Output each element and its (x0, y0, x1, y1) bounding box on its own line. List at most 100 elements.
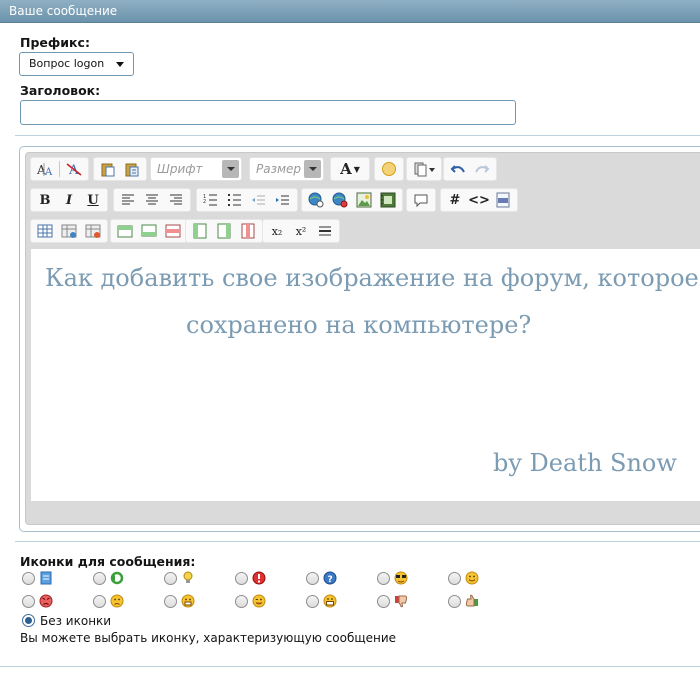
insert-video-icon[interactable] (377, 190, 399, 210)
divider (0, 666, 700, 667)
unordered-list-icon[interactable] (224, 190, 246, 210)
outdent-icon[interactable] (248, 190, 270, 210)
prefix-select[interactable]: Вопрос logon (19, 52, 134, 76)
insert-column-before-icon[interactable] (189, 221, 211, 241)
icon-option-thumbs-down[interactable] (377, 594, 408, 608)
insert-row-before-icon[interactable] (114, 221, 136, 241)
icon-option-question[interactable]: ? (306, 571, 337, 585)
redo-icon[interactable] (471, 159, 493, 179)
insert-image-icon[interactable] (353, 190, 375, 210)
radio-button[interactable] (22, 571, 35, 585)
thumbs-up-icon (465, 594, 479, 608)
angry-smiley-icon (39, 594, 53, 608)
radio-button[interactable] (377, 594, 390, 608)
icon-option-thumbs-up[interactable] (448, 594, 479, 608)
toolbar-group-text-style: B I U (30, 188, 108, 212)
radio-button[interactable] (235, 571, 248, 585)
radio-button[interactable] (377, 571, 390, 585)
radio-button[interactable] (22, 594, 35, 608)
italic-button[interactable]: I (58, 190, 80, 210)
insert-row-after-icon[interactable] (138, 221, 160, 241)
radio-button[interactable] (93, 594, 106, 608)
editor-signature: by Death Snow (493, 449, 677, 477)
icon-option-angry[interactable] (22, 594, 53, 608)
clear-format-icon[interactable]: A (63, 159, 85, 179)
svg-text:2: 2 (203, 199, 206, 205)
radio-button-none[interactable] (22, 614, 35, 627)
divider (15, 541, 700, 542)
superscript-glyph: x² (295, 224, 307, 238)
radio-button[interactable] (448, 594, 461, 608)
hash-button[interactable]: # (444, 190, 466, 210)
ordered-list-icon[interactable]: 12 (200, 190, 222, 210)
remove-link-icon[interactable] (329, 190, 351, 210)
font-color-glyph: A (340, 160, 352, 178)
toolbar-group-formatting: AA A (30, 157, 89, 181)
sad-smiley-icon (110, 594, 124, 608)
icon-option-recycle[interactable] (93, 571, 124, 585)
font-color-button[interactable]: A ▼ (334, 159, 366, 179)
icon-option-smile[interactable] (448, 571, 479, 585)
table-properties-icon[interactable] (58, 221, 80, 241)
align-center-icon[interactable] (141, 190, 163, 210)
radio-button[interactable] (306, 594, 319, 608)
icon-option-cool[interactable] (377, 571, 408, 585)
delete-column-icon[interactable] (237, 221, 259, 241)
align-left-icon[interactable] (117, 190, 139, 210)
surprised-smiley-icon (181, 594, 195, 608)
delete-table-icon[interactable] (82, 221, 104, 241)
bold-button[interactable]: B (34, 190, 56, 210)
radio-button[interactable] (306, 571, 319, 585)
icon-option-exclamation[interactable] (235, 571, 266, 585)
underline-button[interactable]: U (82, 190, 104, 210)
chevron-down-icon (304, 160, 321, 178)
insert-table-icon[interactable] (34, 221, 56, 241)
insert-link-icon[interactable] (305, 190, 327, 210)
thumbs-down-icon (394, 594, 408, 608)
font-size-placeholder: Размер (256, 162, 302, 176)
icon-option-sad[interactable] (93, 594, 124, 608)
attach-icon[interactable] (410, 159, 438, 179)
radio-button[interactable] (164, 571, 177, 585)
icon-option-lightbulb[interactable] (164, 571, 195, 585)
no-icon-label: Без иконки (40, 614, 112, 628)
chevron-down-icon (222, 160, 239, 178)
subscript-button[interactable]: x₂ (266, 221, 288, 241)
toolbar-group-columns (185, 219, 263, 243)
title-input[interactable] (20, 100, 516, 125)
paste-icon[interactable] (97, 159, 119, 179)
code-button[interactable]: <> (468, 190, 490, 210)
horizontal-rule-icon[interactable] (314, 221, 336, 241)
icon-option-wink[interactable] (235, 594, 266, 608)
chevron-down-icon (116, 62, 124, 67)
quote-icon[interactable] (410, 190, 432, 210)
radio-button[interactable] (448, 571, 461, 585)
insert-column-after-icon[interactable] (213, 221, 235, 241)
smiley-icon[interactable] (378, 159, 400, 179)
code-glyph: <> (468, 192, 490, 208)
icon-option-grin[interactable] (306, 594, 337, 608)
icon-option-surprised[interactable] (164, 594, 195, 608)
radio-button[interactable] (164, 594, 177, 608)
align-right-icon[interactable] (165, 190, 187, 210)
font-size-select[interactable]: Размер (249, 157, 324, 181)
radio-button[interactable] (93, 571, 106, 585)
icon-option-none[interactable] (22, 614, 35, 627)
radio-button[interactable] (235, 594, 248, 608)
delete-row-icon[interactable] (162, 221, 184, 241)
wink-smiley-icon (252, 594, 266, 608)
toolbar-group-color: A ▼ (330, 157, 370, 181)
indent-icon[interactable] (272, 190, 294, 210)
superscript-button[interactable]: x² (290, 221, 312, 241)
paste-text-icon[interactable] (121, 159, 143, 179)
undo-icon[interactable] (447, 159, 469, 179)
prefix-label: Префикс: (20, 35, 90, 50)
toolbar-group-history (443, 157, 497, 181)
prefix-select-value: Вопрос logon (29, 57, 105, 70)
editor-content[interactable]: Как добавить свое изображение на форум, … (31, 249, 700, 501)
font-family-select[interactable]: Шрифт (150, 157, 242, 181)
window-titlebar: Ваше сообщение (0, 0, 700, 23)
remove-format-icon[interactable]: AA (34, 159, 56, 179)
icon-option-document[interactable] (22, 571, 53, 585)
php-icon[interactable] (492, 190, 514, 210)
